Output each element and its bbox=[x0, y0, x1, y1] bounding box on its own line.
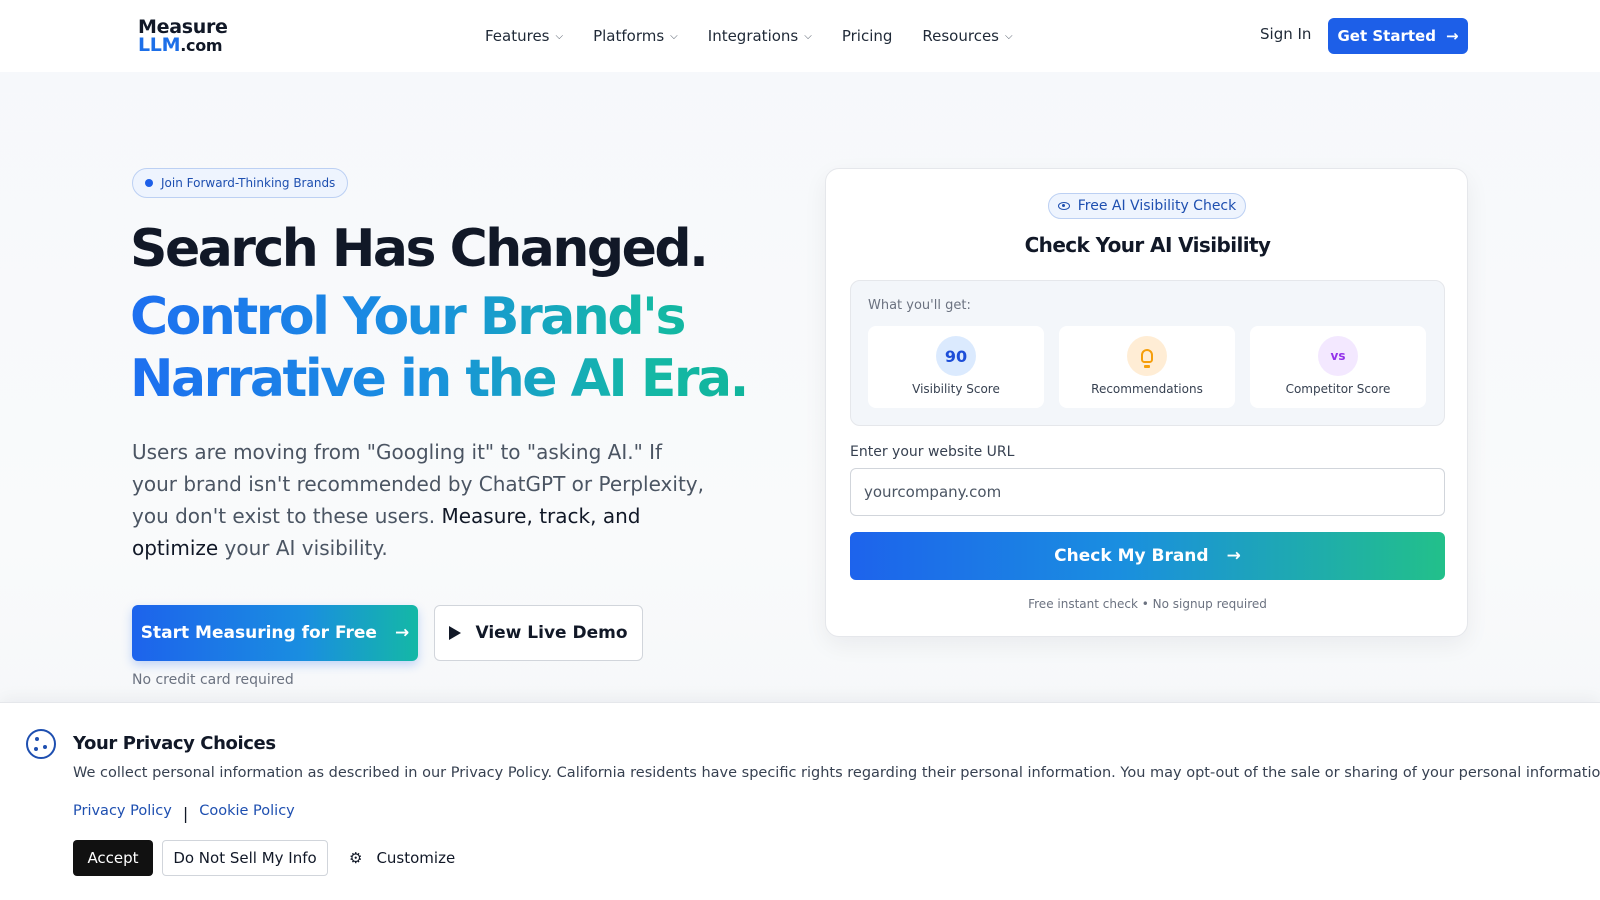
main-nav: Features ⌵ Platforms ⌵ Integrations ⌵ Prici… bbox=[485, 0, 1043, 72]
check-my-brand-button[interactable]: Check My Brand → bbox=[850, 532, 1445, 580]
dot-icon bbox=[145, 179, 153, 187]
privacy-policy-link[interactable]: Privacy Policy bbox=[73, 803, 172, 819]
hero-subtitle-line2: Narrative in the AI Era. bbox=[130, 349, 747, 409]
benefit-visibility-score: 90 Visibility Score bbox=[868, 326, 1044, 408]
card-title: Check Your AI Visibility bbox=[1024, 233, 1271, 257]
benefit-label: Competitor Score bbox=[1285, 382, 1391, 396]
benefits-box: What you'll get: 90 Visibility Score Rec… bbox=[850, 280, 1445, 426]
view-demo-button[interactable]: View Live Demo bbox=[434, 605, 643, 661]
url-label: Enter your website URL bbox=[850, 444, 1015, 460]
cookie-links: Privacy Policy | Cookie Policy bbox=[73, 801, 295, 824]
hero-subtitle-line1: Control Your Brand's bbox=[130, 287, 684, 347]
nav-label: Platforms bbox=[593, 27, 665, 45]
do-not-sell-button[interactable]: Do Not Sell My Info bbox=[162, 840, 328, 876]
logo-line2: LLM.com bbox=[138, 36, 228, 55]
logo-suffix: .com bbox=[180, 36, 223, 55]
versus-icon: vs bbox=[1318, 336, 1358, 376]
hero-title: Search Has Changed. bbox=[130, 219, 709, 279]
link-separator: | bbox=[182, 804, 189, 823]
start-measuring-button[interactable]: Start Measuring for Free → bbox=[132, 605, 418, 661]
hero-badge-label: Join Forward-Thinking Brands bbox=[161, 176, 336, 190]
arrow-right-icon: → bbox=[1226, 546, 1241, 566]
card-note: Free instant check • No signup required bbox=[1028, 597, 1267, 611]
get-started-button[interactable]: Get Started → bbox=[1328, 18, 1468, 54]
sign-in-link[interactable]: Sign In bbox=[1260, 25, 1311, 43]
hero-subtitle: Control Your Brand's Narrative in the AI… bbox=[130, 286, 770, 410]
hero-badge: Join Forward-Thinking Brands bbox=[132, 168, 348, 198]
cookie-policy-link[interactable]: Cookie Policy bbox=[199, 803, 295, 819]
nav-platforms[interactable]: Platforms ⌵ bbox=[593, 27, 678, 45]
gear-icon: ⚙ bbox=[349, 849, 363, 867]
benefit-competitor-score: vs Competitor Score bbox=[1250, 326, 1426, 408]
score-icon: 90 bbox=[936, 336, 976, 376]
arrow-right-icon: → bbox=[1445, 27, 1459, 45]
nav-integrations[interactable]: Integrations ⌵ bbox=[708, 27, 812, 45]
chevron-down-icon: ⌵ bbox=[555, 30, 564, 42]
card-badge-label: Free AI Visibility Check bbox=[1077, 198, 1237, 214]
chevron-down-icon: ⌵ bbox=[1005, 30, 1013, 42]
play-icon bbox=[449, 626, 462, 640]
nav-label: Features bbox=[485, 27, 550, 45]
card-badge: Free AI Visibility Check bbox=[1048, 193, 1246, 219]
cookie-icon bbox=[26, 729, 56, 759]
logo[interactable]: Measure LLM.com bbox=[138, 18, 228, 55]
get-started-label: Get Started bbox=[1337, 27, 1436, 45]
start-measuring-label: Start Measuring for Free bbox=[140, 623, 377, 643]
benefit-recommendations: Recommendations bbox=[1059, 326, 1235, 408]
view-demo-label: View Live Demo bbox=[475, 623, 628, 643]
no-credit-card-note: No credit card required bbox=[132, 672, 294, 688]
accept-button[interactable]: Accept bbox=[73, 840, 153, 876]
nav-label: Resources bbox=[922, 27, 999, 45]
nav-label: Pricing bbox=[841, 27, 893, 45]
website-url-input[interactable] bbox=[850, 468, 1445, 516]
benefit-label: Visibility Score bbox=[912, 382, 1000, 396]
nav-features[interactable]: Features ⌵ bbox=[485, 27, 563, 45]
nav-label: Integrations bbox=[707, 27, 799, 45]
chevron-down-icon: ⌵ bbox=[670, 30, 678, 42]
arrow-right-icon: → bbox=[394, 623, 410, 643]
eye-icon bbox=[1057, 202, 1070, 210]
hero-lead: Users are moving from "Googling it" to "… bbox=[132, 436, 712, 564]
nav-pricing[interactable]: Pricing bbox=[842, 27, 893, 45]
logo-llm: LLM bbox=[138, 34, 181, 56]
lead-part2: your AI visibility. bbox=[218, 536, 388, 560]
customize-button[interactable]: ⚙ Customize bbox=[345, 840, 459, 876]
chevron-down-icon: ⌵ bbox=[804, 30, 812, 42]
benefits-label: What you'll get: bbox=[868, 298, 971, 313]
cookie-title: Your Privacy Choices bbox=[73, 733, 276, 754]
cookie-text: We collect personal information as descr… bbox=[73, 765, 1600, 781]
lightbulb-icon bbox=[1127, 336, 1167, 376]
check-my-brand-label: Check My Brand bbox=[1054, 546, 1209, 566]
benefit-label: Recommendations bbox=[1091, 382, 1203, 396]
cookie-banner: Your Privacy Choices We collect personal… bbox=[0, 702, 1600, 900]
site-header: Measure LLM.com Features ⌵ Platforms ⌵ Int… bbox=[0, 0, 1600, 72]
visibility-check-card: Free AI Visibility Check Check Your AI V… bbox=[825, 168, 1468, 637]
customize-label: Customize bbox=[376, 849, 456, 867]
nav-resources[interactable]: Resources ⌵ bbox=[922, 27, 1012, 45]
